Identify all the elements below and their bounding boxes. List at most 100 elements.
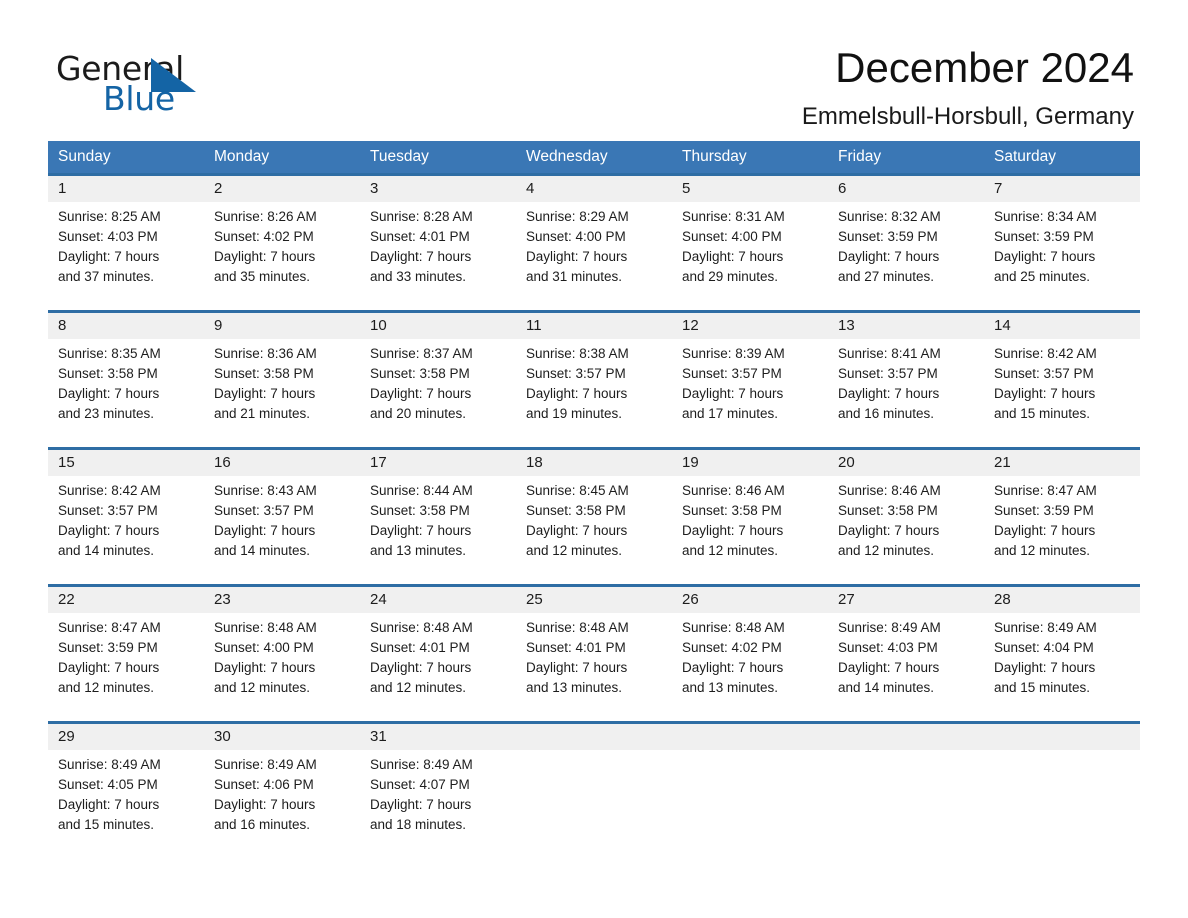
day-number[interactable]: 15	[48, 450, 204, 476]
sunset-text: Sunset: 3:58 PM	[838, 503, 938, 518]
day-cell[interactable]: Sunrise: 8:34 AM Sunset: 3:59 PM Dayligh…	[984, 202, 1140, 288]
sunrise-text: Sunrise: 8:49 AM	[838, 620, 941, 635]
day-cell[interactable]: Sunrise: 8:29 AM Sunset: 4:00 PM Dayligh…	[516, 202, 672, 288]
day-number[interactable]: 30	[204, 724, 360, 750]
day-cell[interactable]: Sunrise: 8:32 AM Sunset: 3:59 PM Dayligh…	[828, 202, 984, 288]
day-cell[interactable]: Sunrise: 8:41 AM Sunset: 3:57 PM Dayligh…	[828, 339, 984, 425]
day-number[interactable]: 22	[48, 587, 204, 613]
day-cell[interactable]: Sunrise: 8:38 AM Sunset: 3:57 PM Dayligh…	[516, 339, 672, 425]
sunset-text: Sunset: 3:58 PM	[214, 366, 314, 381]
day-cell[interactable]: Sunrise: 8:47 AM Sunset: 3:59 PM Dayligh…	[984, 476, 1140, 562]
sunrise-text: Sunrise: 8:48 AM	[370, 620, 473, 635]
daylight-text-line1: Daylight: 7 hours	[682, 386, 784, 401]
sunrise-text: Sunrise: 8:28 AM	[370, 209, 473, 224]
day-number[interactable]: 6	[828, 176, 984, 202]
daylight-text-line1: Daylight: 7 hours	[526, 523, 628, 538]
day-number[interactable]: 13	[828, 313, 984, 339]
daylight-text-line1: Daylight: 7 hours	[526, 660, 628, 675]
day-cell[interactable]: Sunrise: 8:47 AM Sunset: 3:59 PM Dayligh…	[48, 613, 204, 699]
sunset-text: Sunset: 3:58 PM	[370, 366, 470, 381]
daylight-text-line1: Daylight: 7 hours	[994, 660, 1096, 675]
day-cell[interactable]: Sunrise: 8:43 AM Sunset: 3:57 PM Dayligh…	[204, 476, 360, 562]
daylight-text-line1: Daylight: 7 hours	[838, 660, 940, 675]
sunset-text: Sunset: 3:59 PM	[58, 640, 158, 655]
day-cell[interactable]: Sunrise: 8:48 AM Sunset: 4:00 PM Dayligh…	[204, 613, 360, 699]
day-cell[interactable]: Sunrise: 8:46 AM Sunset: 3:58 PM Dayligh…	[672, 476, 828, 562]
day-number[interactable]: 1	[48, 176, 204, 202]
day-cell[interactable]: Sunrise: 8:49 AM Sunset: 4:04 PM Dayligh…	[984, 613, 1140, 699]
daylight-text-line1: Daylight: 7 hours	[214, 249, 316, 264]
day-cell[interactable]: Sunrise: 8:44 AM Sunset: 3:58 PM Dayligh…	[360, 476, 516, 562]
day-cell[interactable]: Sunrise: 8:39 AM Sunset: 3:57 PM Dayligh…	[672, 339, 828, 425]
logo-text-blue: Blue	[103, 79, 175, 118]
day-cell[interactable]: Sunrise: 8:49 AM Sunset: 4:07 PM Dayligh…	[360, 750, 516, 836]
day-number[interactable]: 23	[204, 587, 360, 613]
day-cell[interactable]: Sunrise: 8:36 AM Sunset: 3:58 PM Dayligh…	[204, 339, 360, 425]
daylight-text-line2: and 15 minutes.	[994, 406, 1091, 421]
day-number[interactable]: 16	[204, 450, 360, 476]
day-cell[interactable]: Sunrise: 8:49 AM Sunset: 4:05 PM Dayligh…	[48, 750, 204, 836]
day-cell[interactable]: Sunrise: 8:48 AM Sunset: 4:02 PM Dayligh…	[672, 613, 828, 699]
day-number[interactable]: 14	[984, 313, 1140, 339]
day-cell[interactable]: Sunrise: 8:49 AM Sunset: 4:06 PM Dayligh…	[204, 750, 360, 836]
day-cell[interactable]: Sunrise: 8:49 AM Sunset: 4:03 PM Dayligh…	[828, 613, 984, 699]
sunrise-text: Sunrise: 8:45 AM	[526, 483, 629, 498]
daylight-text-line2: and 21 minutes.	[214, 406, 311, 421]
sunset-text: Sunset: 4:02 PM	[214, 229, 314, 244]
daylight-text-line2: and 15 minutes.	[994, 680, 1091, 695]
day-number[interactable]: 27	[828, 587, 984, 613]
day-number[interactable]: 5	[672, 176, 828, 202]
day-cell[interactable]: Sunrise: 8:28 AM Sunset: 4:01 PM Dayligh…	[360, 202, 516, 288]
day-cell[interactable]: Sunrise: 8:48 AM Sunset: 4:01 PM Dayligh…	[360, 613, 516, 699]
day-number[interactable]: 9	[204, 313, 360, 339]
sunrise-text: Sunrise: 8:47 AM	[994, 483, 1097, 498]
day-number[interactable]: 4	[516, 176, 672, 202]
daylight-text-line1: Daylight: 7 hours	[370, 797, 472, 812]
day-cell[interactable]: Sunrise: 8:25 AM Sunset: 4:03 PM Dayligh…	[48, 202, 204, 288]
day-number[interactable]: 18	[516, 450, 672, 476]
day-cell[interactable]: Sunrise: 8:42 AM Sunset: 3:57 PM Dayligh…	[984, 339, 1140, 425]
day-number[interactable]: 28	[984, 587, 1140, 613]
sunset-text: Sunset: 3:57 PM	[994, 366, 1094, 381]
general-blue-logo[interactable]: General Blue	[48, 44, 196, 116]
day-cell[interactable]: Sunrise: 8:37 AM Sunset: 3:58 PM Dayligh…	[360, 339, 516, 425]
day-number[interactable]: 21	[984, 450, 1140, 476]
day-cell[interactable]: Sunrise: 8:26 AM Sunset: 4:02 PM Dayligh…	[204, 202, 360, 288]
sunset-text: Sunset: 4:01 PM	[370, 640, 470, 655]
sunset-text: Sunset: 3:57 PM	[58, 503, 158, 518]
day-cell[interactable]: Sunrise: 8:35 AM Sunset: 3:58 PM Dayligh…	[48, 339, 204, 425]
week-date-band: 8 9 10 11 12 13 14	[48, 313, 1140, 339]
daylight-text-line2: and 35 minutes.	[214, 269, 311, 284]
day-cell[interactable]: Sunrise: 8:31 AM Sunset: 4:00 PM Dayligh…	[672, 202, 828, 288]
day-number[interactable]: 12	[672, 313, 828, 339]
day-number[interactable]: 10	[360, 313, 516, 339]
daylight-text-line1: Daylight: 7 hours	[58, 797, 160, 812]
day-number[interactable]: 26	[672, 587, 828, 613]
sunset-text: Sunset: 3:57 PM	[838, 366, 938, 381]
daylight-text-line2: and 14 minutes.	[58, 543, 155, 558]
day-cell[interactable]: Sunrise: 8:45 AM Sunset: 3:58 PM Dayligh…	[516, 476, 672, 562]
day-number[interactable]: 11	[516, 313, 672, 339]
day-number[interactable]: 19	[672, 450, 828, 476]
daylight-text-line1: Daylight: 7 hours	[994, 523, 1096, 538]
day-number[interactable]: 29	[48, 724, 204, 750]
day-cell[interactable]: Sunrise: 8:46 AM Sunset: 3:58 PM Dayligh…	[828, 476, 984, 562]
day-number[interactable]: 7	[984, 176, 1140, 202]
day-cell[interactable]: Sunrise: 8:42 AM Sunset: 3:57 PM Dayligh…	[48, 476, 204, 562]
day-number[interactable]: 3	[360, 176, 516, 202]
sunset-text: Sunset: 4:05 PM	[58, 777, 158, 792]
day-number[interactable]: 2	[204, 176, 360, 202]
day-number[interactable]: 25	[516, 587, 672, 613]
day-cell-empty	[516, 750, 672, 836]
sunrise-text: Sunrise: 8:29 AM	[526, 209, 629, 224]
sunset-text: Sunset: 4:00 PM	[526, 229, 626, 244]
sunset-text: Sunset: 4:07 PM	[370, 777, 470, 792]
day-number[interactable]: 17	[360, 450, 516, 476]
day-number[interactable]: 24	[360, 587, 516, 613]
day-cell[interactable]: Sunrise: 8:48 AM Sunset: 4:01 PM Dayligh…	[516, 613, 672, 699]
sunrise-text: Sunrise: 8:49 AM	[370, 757, 473, 772]
day-number[interactable]: 8	[48, 313, 204, 339]
day-number[interactable]: 31	[360, 724, 516, 750]
sunset-text: Sunset: 4:02 PM	[682, 640, 782, 655]
day-number[interactable]: 20	[828, 450, 984, 476]
